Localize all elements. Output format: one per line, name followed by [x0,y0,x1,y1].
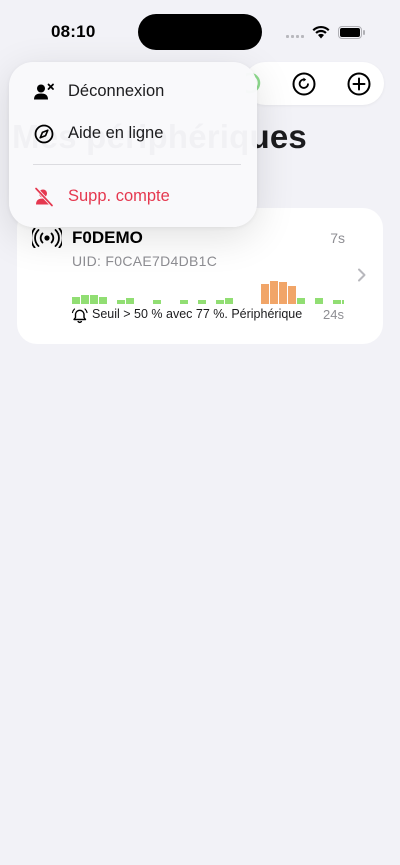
device-uid: UID: F0CAE7D4DB1C [72,253,218,269]
person-xmark-icon [34,83,54,100]
device-last-seen: 7s [330,230,345,246]
level-bar [342,300,344,304]
level-bar [90,295,98,304]
bell-badge-icon [71,308,88,324]
level-bar [270,281,278,304]
level-bar [72,297,80,304]
level-bar [333,300,341,304]
level-bar [180,300,188,304]
menu-item-help[interactable]: Aide en ligne [9,113,257,155]
battery-icon [338,26,365,39]
level-bar [261,284,269,304]
cellular-signal-icon [286,35,304,38]
wifi-icon [312,25,330,39]
refresh-button[interactable] [291,71,317,97]
person-slash-icon [34,186,54,208]
add-device-button[interactable] [346,71,372,97]
level-bar [126,298,134,304]
antenna-radiowaves-icon [32,228,62,248]
add-icon [347,72,371,96]
level-bar [279,282,287,304]
level-bar [117,300,125,304]
alert-message: Seuil > 50 % avec 77 %. Périphérique [92,307,303,321]
account-context-menu: Déconnexion Aide en ligne Supp. compte [9,62,257,227]
level-bar [288,286,296,304]
level-bar [297,298,305,304]
chevron-right-icon [358,268,366,282]
dynamic-island [138,14,262,50]
last-alert: Seuil > 50 % avec 77 %. Périphérique 24s [71,307,371,325]
level-bar [153,300,161,304]
compass-icon [34,124,54,144]
device-card[interactable]: F0DEMO 7s UID: F0CAE7D4DB1C Seuil > 50 %… [17,208,383,344]
level-bar [81,295,89,304]
level-history-chart [72,281,344,304]
level-bar [198,300,206,304]
menu-item-label: Déconnexion [68,82,165,100]
menu-item-label: Supp. compte [68,187,170,205]
menu-item-label: Aide en ligne [68,124,164,142]
level-bar [99,297,107,304]
status-time: 08:10 [51,22,96,41]
menu-item-logout[interactable]: Déconnexion [9,71,257,113]
status-bar: 08:10 [0,0,400,60]
alert-elapsed: 24s [323,307,344,322]
menu-divider [33,164,241,165]
level-bar [315,298,323,304]
toolbar [244,62,384,105]
level-bar [225,298,233,304]
level-bar [216,300,224,304]
menu-item-delete-account[interactable]: Supp. compte [9,176,257,218]
device-name: F0DEMO [72,228,143,247]
refresh-icon [292,72,316,96]
